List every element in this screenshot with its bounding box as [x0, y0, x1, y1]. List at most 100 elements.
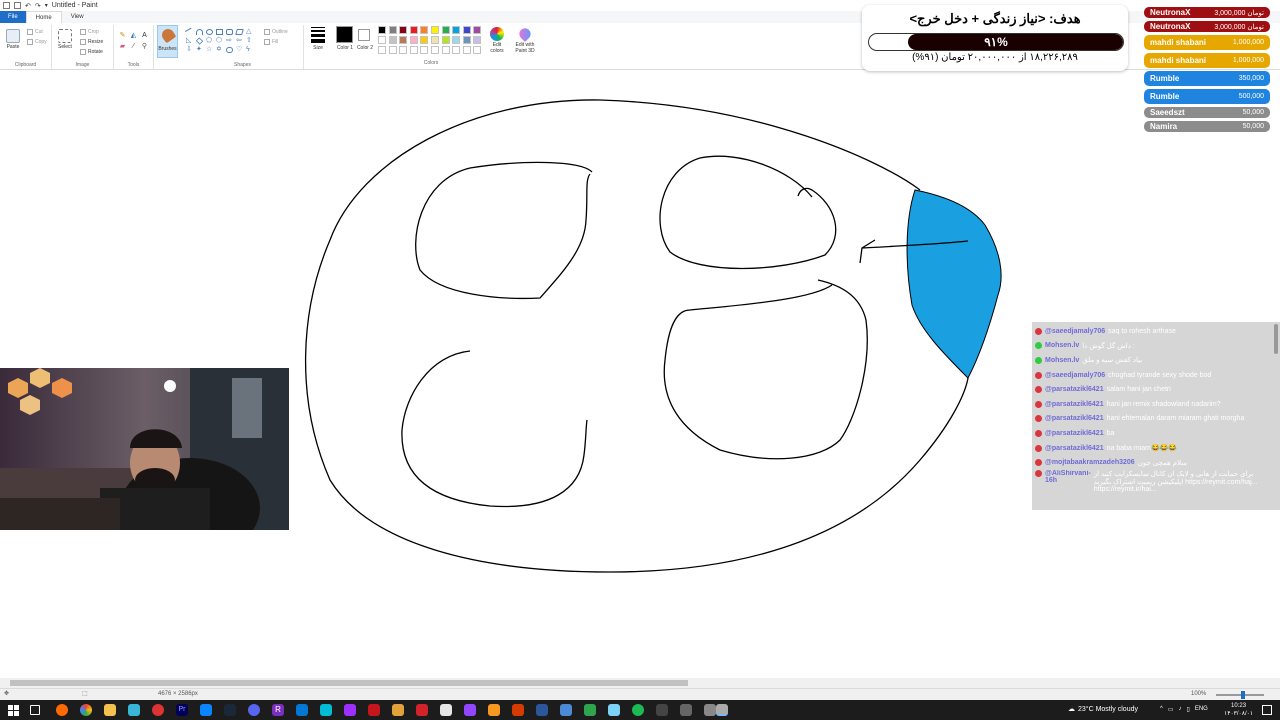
color-2-swatch[interactable]	[358, 29, 370, 41]
pencil-icon[interactable]: ✎	[118, 31, 127, 40]
tab-view[interactable]: View	[62, 11, 93, 23]
outline-dropdown[interactable]: Outline	[264, 29, 288, 35]
horizontal-scroll-thumb[interactable]	[10, 680, 688, 686]
palette-swatch[interactable]	[378, 26, 386, 34]
app-icon-8[interactable]	[440, 704, 452, 716]
text-tool-icon[interactable]: A	[140, 31, 149, 40]
palette-swatch[interactable]	[473, 36, 482, 44]
app-icon-6[interactable]	[392, 704, 404, 716]
palette-swatch[interactable]	[388, 46, 397, 54]
palette-swatch[interactable]	[462, 26, 471, 34]
save-icon[interactable]	[14, 2, 21, 9]
palette-swatch[interactable]	[473, 26, 482, 34]
horizontal-scrollbar[interactable]	[0, 678, 1280, 688]
edit-with-paint3d-button[interactable]: Edit with Paint 3D	[512, 26, 538, 54]
discord-icon[interactable]	[248, 704, 260, 716]
language-indicator[interactable]: ENG	[1195, 706, 1208, 713]
app-icon-2[interactable]	[200, 704, 212, 716]
select-button[interactable]: Select	[56, 29, 74, 50]
right-triangle-shape-icon[interactable]: ◺	[186, 37, 193, 44]
windows-start-icon[interactable]	[8, 704, 20, 716]
menu-file[interactable]: File	[0, 11, 26, 23]
palette-swatch[interactable]	[409, 46, 418, 54]
battery-icon[interactable]: ▯	[1187, 706, 1190, 713]
palette-swatch[interactable]	[441, 36, 450, 44]
firefox-icon[interactable]	[56, 704, 68, 716]
zoom-slider-thumb[interactable]	[1241, 691, 1245, 699]
palette-swatch[interactable]	[431, 36, 439, 44]
left-arrow-shape-icon[interactable]: ⇦	[236, 37, 243, 44]
five-point-star-icon[interactable]: ☆	[206, 46, 213, 53]
volume-icon[interactable]: ♪	[1179, 706, 1182, 713]
lightning-shape-icon[interactable]: ϟ	[246, 46, 253, 53]
palette-swatch[interactable]	[452, 46, 461, 54]
palette-swatch[interactable]	[388, 36, 397, 44]
curve-shape-icon[interactable]	[196, 29, 203, 35]
brushes-button[interactable]: Brushes	[157, 25, 178, 58]
redo-icon[interactable]: ↷	[35, 2, 41, 10]
app-icon-15[interactable]	[656, 704, 668, 716]
app-icon-12[interactable]	[560, 704, 572, 716]
rectangle-shape-icon[interactable]	[216, 29, 223, 35]
palette-swatch[interactable]	[378, 36, 386, 44]
app-icon-9[interactable]	[488, 704, 500, 716]
palette-swatch[interactable]	[431, 46, 439, 54]
right-arrow-shape-icon[interactable]: ⇨	[226, 37, 233, 44]
rounded-rectangle-shape-icon[interactable]	[226, 29, 233, 35]
color-picker-icon[interactable]: ⁄	[129, 42, 138, 51]
app-icon-14[interactable]	[608, 704, 620, 716]
clock[interactable]: 10:23 ۱۴۰۳/۰۸/۰۱	[1224, 702, 1253, 718]
file-explorer-icon[interactable]	[104, 704, 116, 716]
app-icon-17[interactable]	[704, 704, 716, 716]
palette-swatch[interactable]	[388, 26, 397, 34]
app-icon-3[interactable]	[320, 704, 332, 716]
obs-icon[interactable]	[152, 704, 164, 716]
palette-swatch[interactable]	[441, 46, 450, 54]
tab-home[interactable]: Home	[25, 11, 62, 23]
app-icon-1[interactable]	[128, 704, 140, 716]
app-icon-5[interactable]	[368, 704, 380, 716]
palette-swatch[interactable]	[420, 36, 429, 44]
palette-swatch[interactable]	[399, 46, 408, 54]
six-point-star-icon[interactable]: ✡	[216, 46, 223, 53]
spotify-icon[interactable]	[632, 704, 644, 716]
vscode-icon[interactable]	[296, 704, 308, 716]
four-point-star-icon[interactable]: ✦	[196, 46, 203, 53]
callout-shape-icon[interactable]	[226, 47, 233, 53]
copy-button[interactable]: Copy	[27, 39, 47, 45]
oval-shape-icon[interactable]	[206, 29, 213, 35]
palette-swatch[interactable]	[399, 26, 408, 34]
palette-swatch[interactable]	[452, 36, 461, 44]
polygon-shape-icon[interactable]	[235, 29, 244, 35]
fill-bucket-icon[interactable]: ◭	[129, 31, 138, 40]
diamond-shape-icon[interactable]	[195, 37, 204, 45]
color-1-swatch[interactable]	[336, 26, 353, 43]
customize-quick-access-icon[interactable]: ▾	[45, 2, 48, 9]
line-shape-icon[interactable]	[184, 27, 195, 37]
shapes-gallery[interactable]: △ ◺ ⬠ ⬡ ⇨ ⇦ ⇧ ⇩ ✦ ☆ ✡ ♡ ϟ	[184, 27, 260, 57]
down-arrow-shape-icon[interactable]: ⇩	[186, 46, 193, 53]
zoom-slider[interactable]	[1216, 694, 1264, 696]
task-view-icon[interactable]	[30, 705, 40, 715]
chrome-icon[interactable]	[80, 704, 92, 716]
app-icon-4[interactable]	[344, 704, 356, 716]
palette-swatch[interactable]	[452, 26, 461, 34]
edit-colors-button[interactable]: Edit colors	[486, 27, 508, 54]
app-icon-7[interactable]	[416, 704, 428, 716]
palette-swatch[interactable]	[441, 26, 450, 34]
resize-button[interactable]: Resize	[80, 39, 103, 45]
chevron-up-icon[interactable]: ^	[1160, 706, 1163, 713]
palette-swatch[interactable]	[409, 36, 418, 44]
notifications-icon[interactable]	[1262, 705, 1272, 715]
premiere-icon[interactable]: Pr	[176, 704, 188, 716]
app-icon-16[interactable]	[680, 704, 692, 716]
app-icon-11[interactable]	[536, 704, 548, 716]
app-icon-13[interactable]	[584, 704, 596, 716]
paint-taskbar-icon[interactable]	[716, 704, 728, 716]
palette-swatch[interactable]	[473, 46, 482, 54]
magnifier-icon[interactable]: ⚲	[140, 42, 149, 51]
app-icon-10[interactable]	[512, 704, 524, 716]
undo-icon[interactable]: ↶	[25, 2, 31, 10]
app-icon-r[interactable]: R	[272, 704, 284, 716]
eraser-icon[interactable]: ▰	[118, 42, 127, 51]
